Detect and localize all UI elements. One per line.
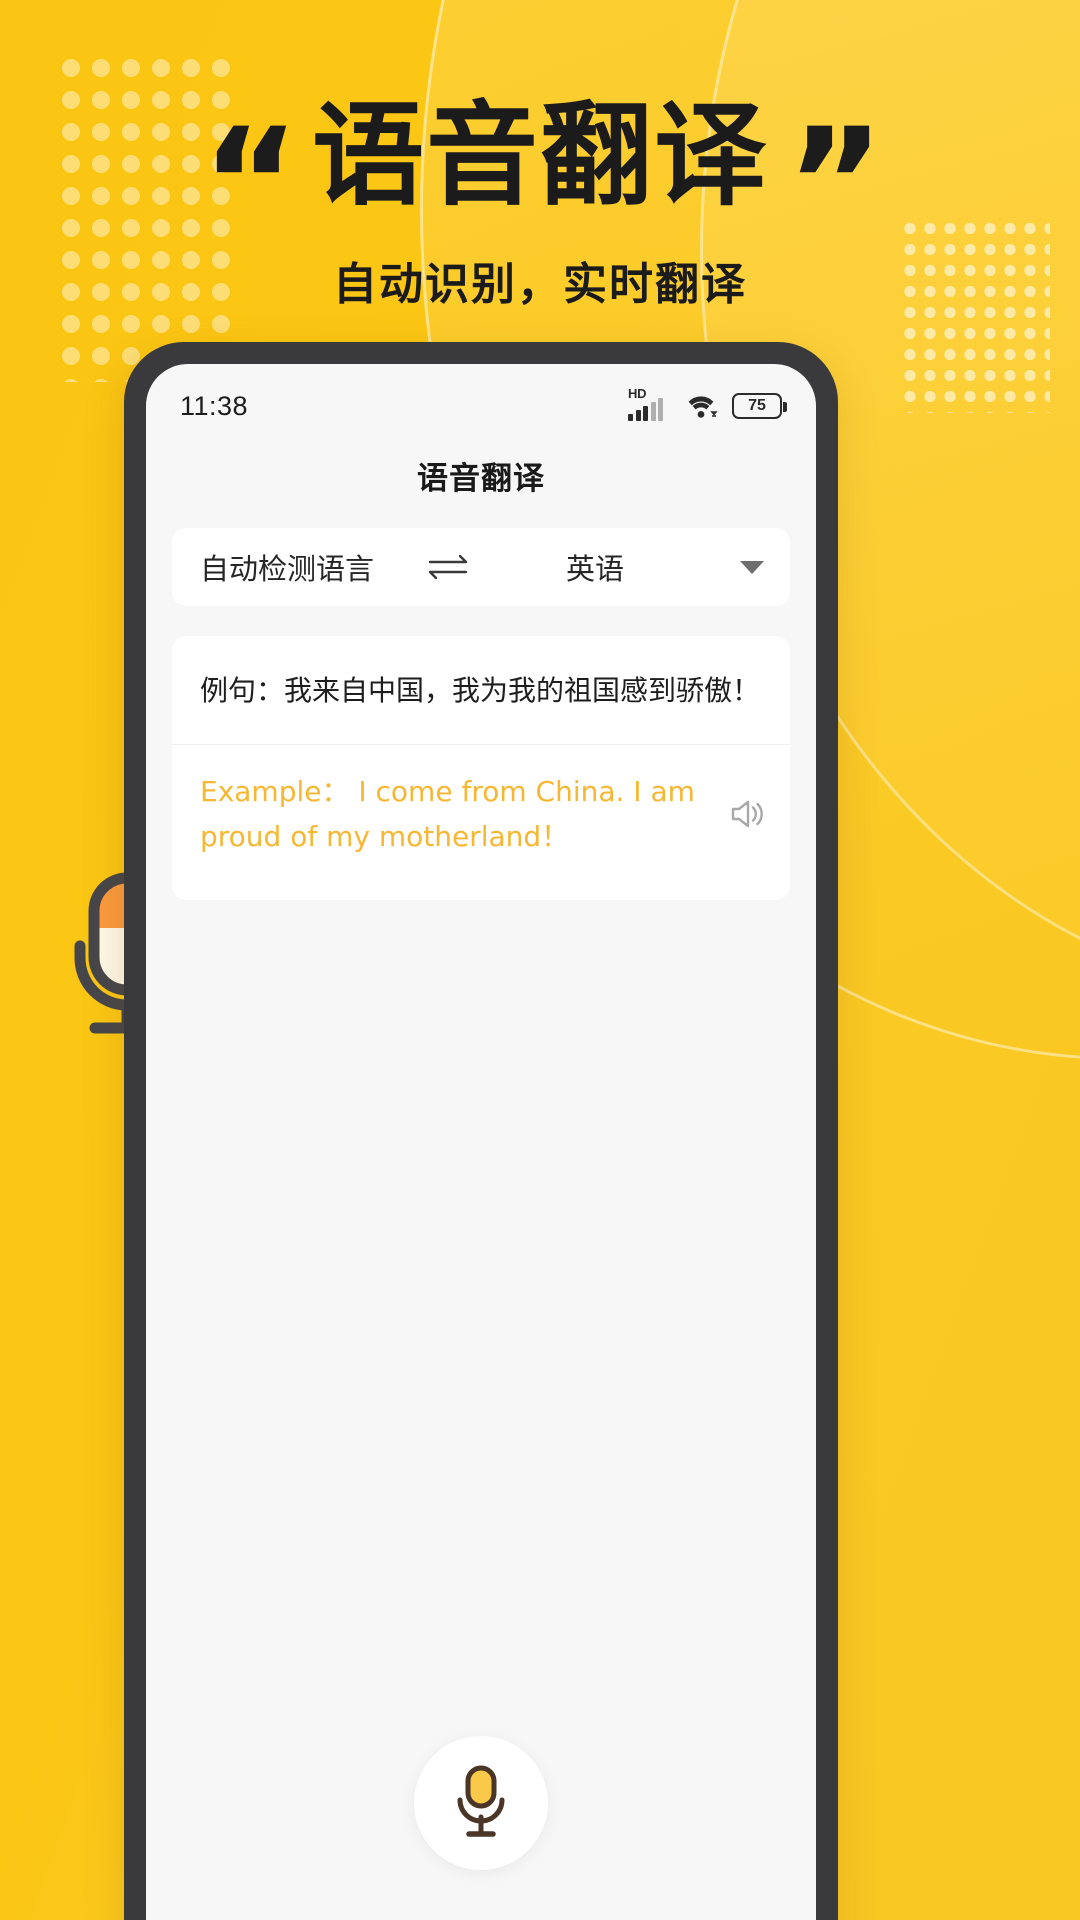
- battery-icon: 75: [732, 393, 787, 419]
- record-microphone-button[interactable]: [414, 1736, 548, 1870]
- promo-headline: “ 语音翻译 ”: [0, 91, 1080, 271]
- quote-close-icon: ”: [786, 97, 885, 271]
- source-language-button[interactable]: 自动检测语言: [200, 546, 374, 588]
- wifi-icon: [688, 396, 718, 418]
- microphone-icon: [457, 1765, 505, 1837]
- status-bar: 11:38 HD 75: [146, 364, 816, 434]
- battery-level: 75: [748, 397, 766, 414]
- quote-open-icon: “: [201, 97, 300, 271]
- target-language-button[interactable]: 英语: [460, 546, 730, 588]
- page-title: 语音翻译: [417, 460, 545, 497]
- app-bar: 语音翻译: [146, 434, 816, 516]
- promo-subtitle: 自动识别，实时翻译: [333, 259, 747, 310]
- status-icons: HD 75: [628, 387, 787, 421]
- speaker-icon[interactable]: [724, 793, 766, 835]
- promo-title: 语音翻译: [312, 91, 768, 221]
- signal-bars-icon: HD: [628, 387, 670, 421]
- translation-card: 例句：我来自中国，我为我的祖国感到骄傲！ Example： I come fro…: [172, 636, 790, 900]
- promo-page: “ 语音翻译 ” 自动识别，实时翻译 11:38 HD 75 语音翻译 自动检测…: [0, 0, 1080, 1920]
- language-selector-bar: 自动检测语言 英语: [172, 528, 790, 606]
- phone-mockup: 11:38 HD 75 语音翻译 自动检测语言 英语 例句：我来自中国，我为我的…: [124, 342, 838, 1920]
- translated-text: Example： I come from China. I am proud o…: [200, 774, 695, 854]
- status-time: 11:38: [180, 390, 249, 421]
- chevron-down-icon[interactable]: [740, 560, 764, 574]
- source-text: 例句：我来自中国，我为我的祖国感到骄傲！: [172, 636, 790, 745]
- signal-bars: [628, 398, 663, 421]
- translated-row: Example： I come from China. I am proud o…: [172, 745, 790, 886]
- phone-screen: 11:38 HD 75 语音翻译 自动检测语言 英语 例句：我来自中国，我为我的…: [146, 364, 816, 1920]
